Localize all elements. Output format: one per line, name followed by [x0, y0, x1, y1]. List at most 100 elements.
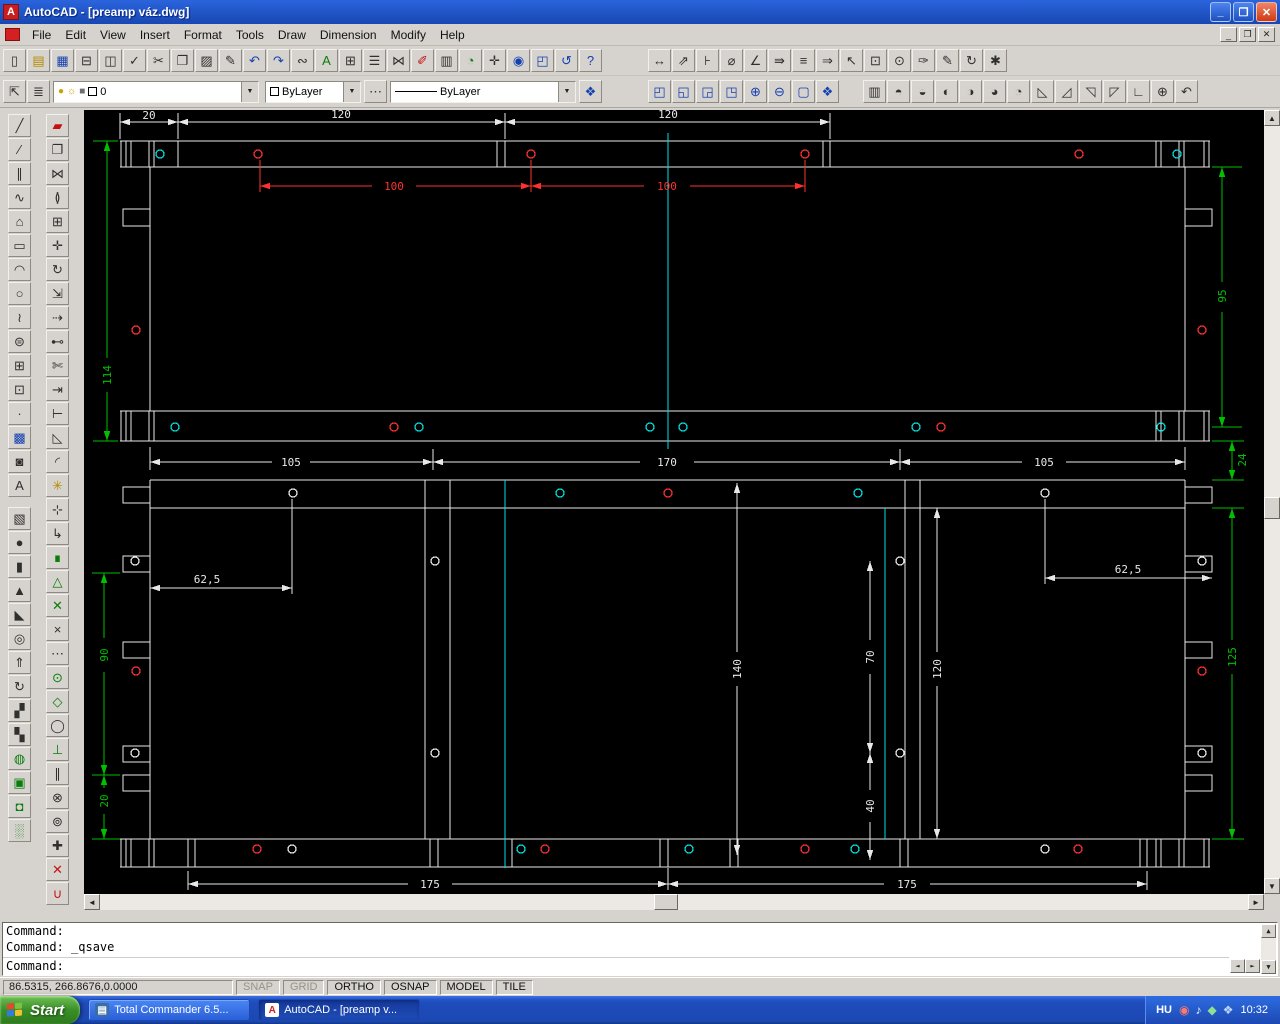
new-icon[interactable]: ▯ [3, 49, 26, 72]
layers-icon[interactable]: ≣ [27, 80, 50, 103]
multiline-text-icon[interactable]: A [8, 474, 31, 497]
match-properties-icon[interactable]: ✎ [219, 49, 242, 72]
tolerance-icon[interactable]: ⊡ [864, 49, 887, 72]
dbconnect-icon[interactable]: ⋈ [387, 49, 410, 72]
color-combo[interactable]: ByLayer ▼ [265, 80, 361, 103]
redraw-icon[interactable]: ✐ [411, 49, 434, 72]
pan-realtime-icon[interactable]: ✛ [483, 49, 506, 72]
baseline-dimension-icon[interactable]: ≡ [792, 49, 815, 72]
move-icon[interactable]: ✛ [46, 234, 69, 257]
snap-extension-icon[interactable]: ⋯ [46, 642, 69, 665]
dimension-edit-icon[interactable]: ✑ [912, 49, 935, 72]
scroll-down-button[interactable]: ▼ [1264, 878, 1280, 894]
snap-midpoint-icon[interactable]: △ [46, 570, 69, 593]
array-icon[interactable]: ⊞ [46, 210, 69, 233]
ucs-world-icon[interactable]: ⊕ [1151, 80, 1174, 103]
restore-button[interactable]: ❐ [1233, 2, 1254, 22]
chamfer-icon[interactable]: ◺ [46, 426, 69, 449]
designcenter-icon[interactable]: ⊞ [339, 49, 362, 72]
se-isometric-view-icon[interactable]: ◿ [1055, 80, 1078, 103]
ortho-toggle[interactable]: ORTHO [327, 979, 381, 995]
menu-tools[interactable]: Tools [229, 25, 271, 45]
today-icon[interactable]: A [315, 49, 338, 72]
make-object-layer-current-icon[interactable]: ⇱ [3, 80, 26, 103]
network-icon[interactable]: ◆ [1207, 1004, 1216, 1016]
snap-nearest-icon[interactable]: ✚ [46, 834, 69, 857]
command-splitter[interactable] [0, 910, 1280, 922]
section-icon[interactable]: ▚ [8, 723, 31, 746]
insert-block-icon[interactable]: ⊞ [8, 354, 31, 377]
save-icon[interactable]: ▦ [51, 49, 74, 72]
materials-icon[interactable]: ◘ [8, 795, 31, 818]
document-icon[interactable] [5, 28, 20, 41]
close-button[interactable]: ✕ [1256, 2, 1277, 22]
erase-icon[interactable]: ▰ [46, 114, 69, 137]
scroll-left-button[interactable]: ◄ [84, 894, 100, 910]
layer-dropdown-arrow[interactable]: ▼ [241, 81, 258, 102]
open-icon[interactable]: ▤ [27, 49, 50, 72]
command-scroll-right-button[interactable]: ► [1245, 959, 1260, 973]
zoom-window-icon[interactable]: ◰ [648, 80, 671, 103]
quick-dimension-icon[interactable]: ⇛ [768, 49, 791, 72]
doc-restore-button[interactable]: ❐ [1239, 27, 1256, 42]
box-icon[interactable]: ▧ [8, 507, 31, 530]
zoom-all-icon[interactable]: ▢ [792, 80, 815, 103]
zoom-realtime-icon[interactable]: ◉ [507, 49, 530, 72]
render-icon[interactable]: ◍ [8, 747, 31, 770]
stretch-icon[interactable]: ⇢ [46, 306, 69, 329]
snap-apparent-intersection-icon[interactable]: × [46, 618, 69, 641]
zoom-center-icon[interactable]: ◳ [720, 80, 743, 103]
osnap-toggle[interactable]: OSNAP [384, 979, 437, 995]
ucs-icon[interactable]: ∟ [1127, 80, 1150, 103]
update-icon[interactable]: ❖ [1223, 1004, 1234, 1016]
command-scrollbar[interactable]: ▲ ▼ [1261, 924, 1276, 974]
title-bar[interactable]: A AutoCAD - [preamp váz.dwg] _ ❐ ✕ [0, 0, 1280, 24]
snap-from-icon[interactable]: ↳ [46, 522, 69, 545]
color-dropdown-arrow[interactable]: ▼ [343, 81, 360, 102]
named-views-icon[interactable]: ▥ [435, 49, 458, 72]
vertical-scrollbar[interactable]: ▲ ▼ [1264, 110, 1280, 894]
hatch-icon[interactable]: ▩ [8, 426, 31, 449]
snap-intersection-icon[interactable]: ✕ [46, 594, 69, 617]
multiline-icon[interactable]: ∥ [8, 162, 31, 185]
quick-leader-icon[interactable]: ↖ [840, 49, 863, 72]
help-icon[interactable]: ? [579, 49, 602, 72]
polyline-icon[interactable]: ∿ [8, 186, 31, 209]
linear-dimension-icon[interactable]: ↔ [648, 49, 671, 72]
drawing-canvas[interactable]: 20 120 120 100 100 105 170 105 175 175 6… [84, 110, 1264, 894]
extend-icon[interactable]: ⇥ [46, 378, 69, 401]
snap-node-icon[interactable]: ⊚ [46, 810, 69, 833]
snap-endpoint-icon[interactable]: ∎ [46, 546, 69, 569]
ne-isometric-view-icon[interactable]: ◹ [1079, 80, 1102, 103]
zoom-out-icon[interactable]: ⊖ [768, 80, 791, 103]
snap-parallel-icon[interactable]: ∥ [46, 762, 69, 785]
temporary-tracking-icon[interactable]: ⊹ [46, 498, 69, 521]
tile-toggle[interactable]: TILE [495, 979, 533, 995]
grid-toggle[interactable]: GRID [282, 979, 325, 995]
background-icon[interactable]: ░ [8, 819, 31, 842]
doc-minimize-button[interactable]: _ [1220, 27, 1237, 42]
snap-tangent-icon[interactable]: ◯ [46, 714, 69, 737]
horizontal-scrollbar-thumb[interactable] [654, 894, 678, 910]
cylinder-icon[interactable]: ▮ [8, 555, 31, 578]
revolve-icon[interactable]: ↻ [8, 675, 31, 698]
menu-edit[interactable]: Edit [58, 25, 93, 45]
break-icon[interactable]: ⊢ [46, 402, 69, 425]
copy-icon[interactable]: ❐ [171, 49, 194, 72]
point-icon[interactable]: · [8, 402, 31, 425]
wedge-icon[interactable]: ◣ [8, 603, 31, 626]
doc-close-button[interactable]: ✕ [1258, 27, 1275, 42]
mirror-icon[interactable]: ⋈ [46, 162, 69, 185]
horizontal-scrollbar[interactable]: ◄ ► [84, 894, 1264, 910]
trim-icon[interactable]: ✄ [46, 354, 69, 377]
center-mark-icon[interactable]: ⊙ [888, 49, 911, 72]
cut-icon[interactable]: ✂ [147, 49, 170, 72]
taskbar-item-total-commander[interactable]: ▤ Total Commander 6.5... [88, 999, 251, 1021]
rectangle-icon[interactable]: ▭ [8, 234, 31, 257]
scale-icon[interactable]: ⇲ [46, 282, 69, 305]
zoom-scale-icon[interactable]: ◲ [696, 80, 719, 103]
menu-view[interactable]: View [93, 25, 133, 45]
angular-dimension-icon[interactable]: ∠ [744, 49, 767, 72]
linetype-icon[interactable]: ⋯ [364, 80, 387, 103]
redo-icon[interactable]: ↷ [267, 49, 290, 72]
